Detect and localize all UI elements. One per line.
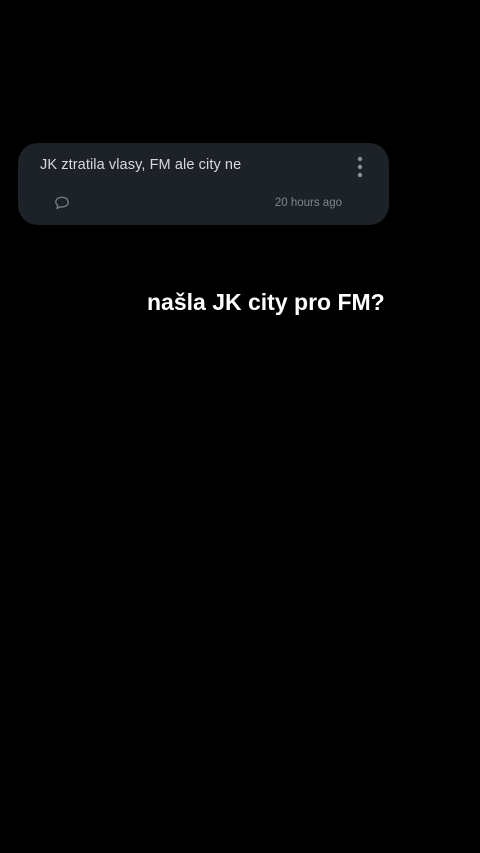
post-text: JK ztratila vlasy, FM ale city ne — [40, 157, 242, 173]
post-timestamp: 20 hours ago — [274, 197, 342, 209]
comment-icon[interactable] — [54, 195, 70, 211]
overlay-caption: našla JK city pro FM? — [141, 284, 391, 322]
more-vertical-icon[interactable] — [355, 156, 365, 178]
post-card[interactable]: JK ztratila vlasy, FM ale city ne 20 hou… — [18, 143, 389, 225]
